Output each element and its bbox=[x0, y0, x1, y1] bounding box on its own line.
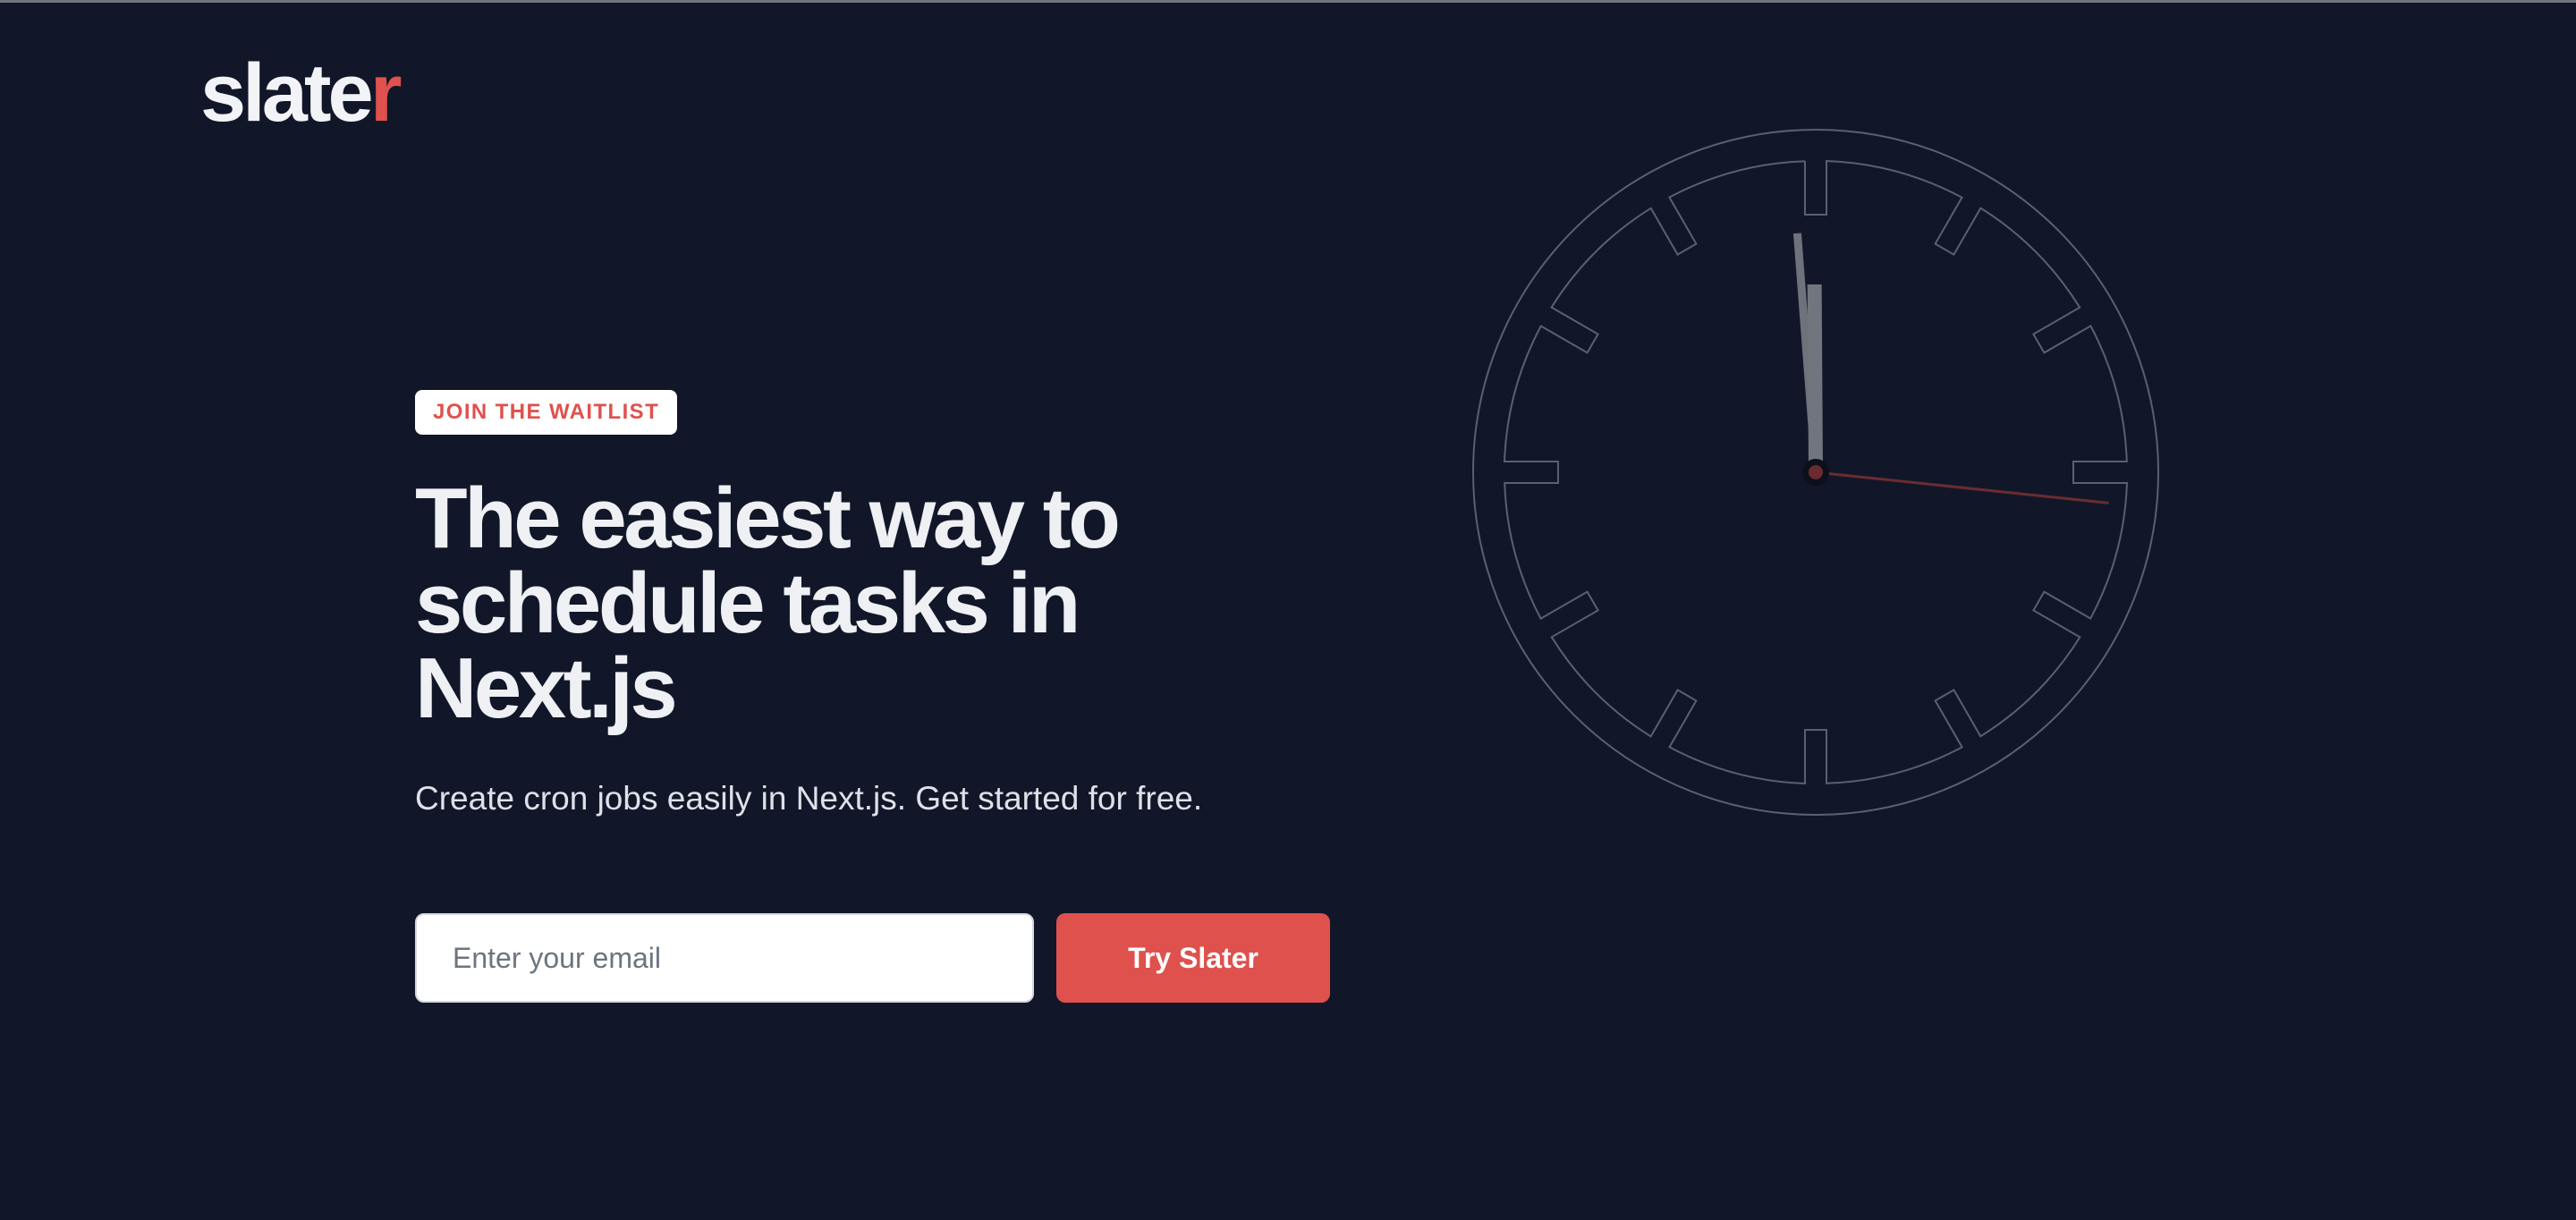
hero-section: JOIN THE WAITLIST The easiest way to sch… bbox=[415, 390, 1399, 822]
clock-hour-hand bbox=[1807, 284, 1823, 473]
try-slater-button[interactable]: Try Slater bbox=[1056, 913, 1330, 1003]
landing-page: slater JOIN THE WAITLIST The easiest way… bbox=[0, 0, 2576, 1220]
hero-subtitle: Create cron jobs easily in Next.js. Get … bbox=[415, 780, 1203, 817]
clock-second-hand bbox=[1814, 470, 2109, 504]
logo-text: slate bbox=[200, 47, 374, 139]
logo[interactable]: slater bbox=[200, 39, 402, 147]
logo-accent-letter: r bbox=[369, 47, 402, 139]
clock-icon bbox=[1472, 129, 2159, 816]
page-title: The easiest way to schedule tasks in Nex… bbox=[415, 470, 1121, 736]
waitlist-badge: JOIN THE WAITLIST bbox=[415, 390, 678, 435]
clock-center-dot bbox=[1809, 465, 1823, 479]
top-border bbox=[0, 0, 2576, 3]
email-input[interactable] bbox=[415, 913, 1034, 1003]
